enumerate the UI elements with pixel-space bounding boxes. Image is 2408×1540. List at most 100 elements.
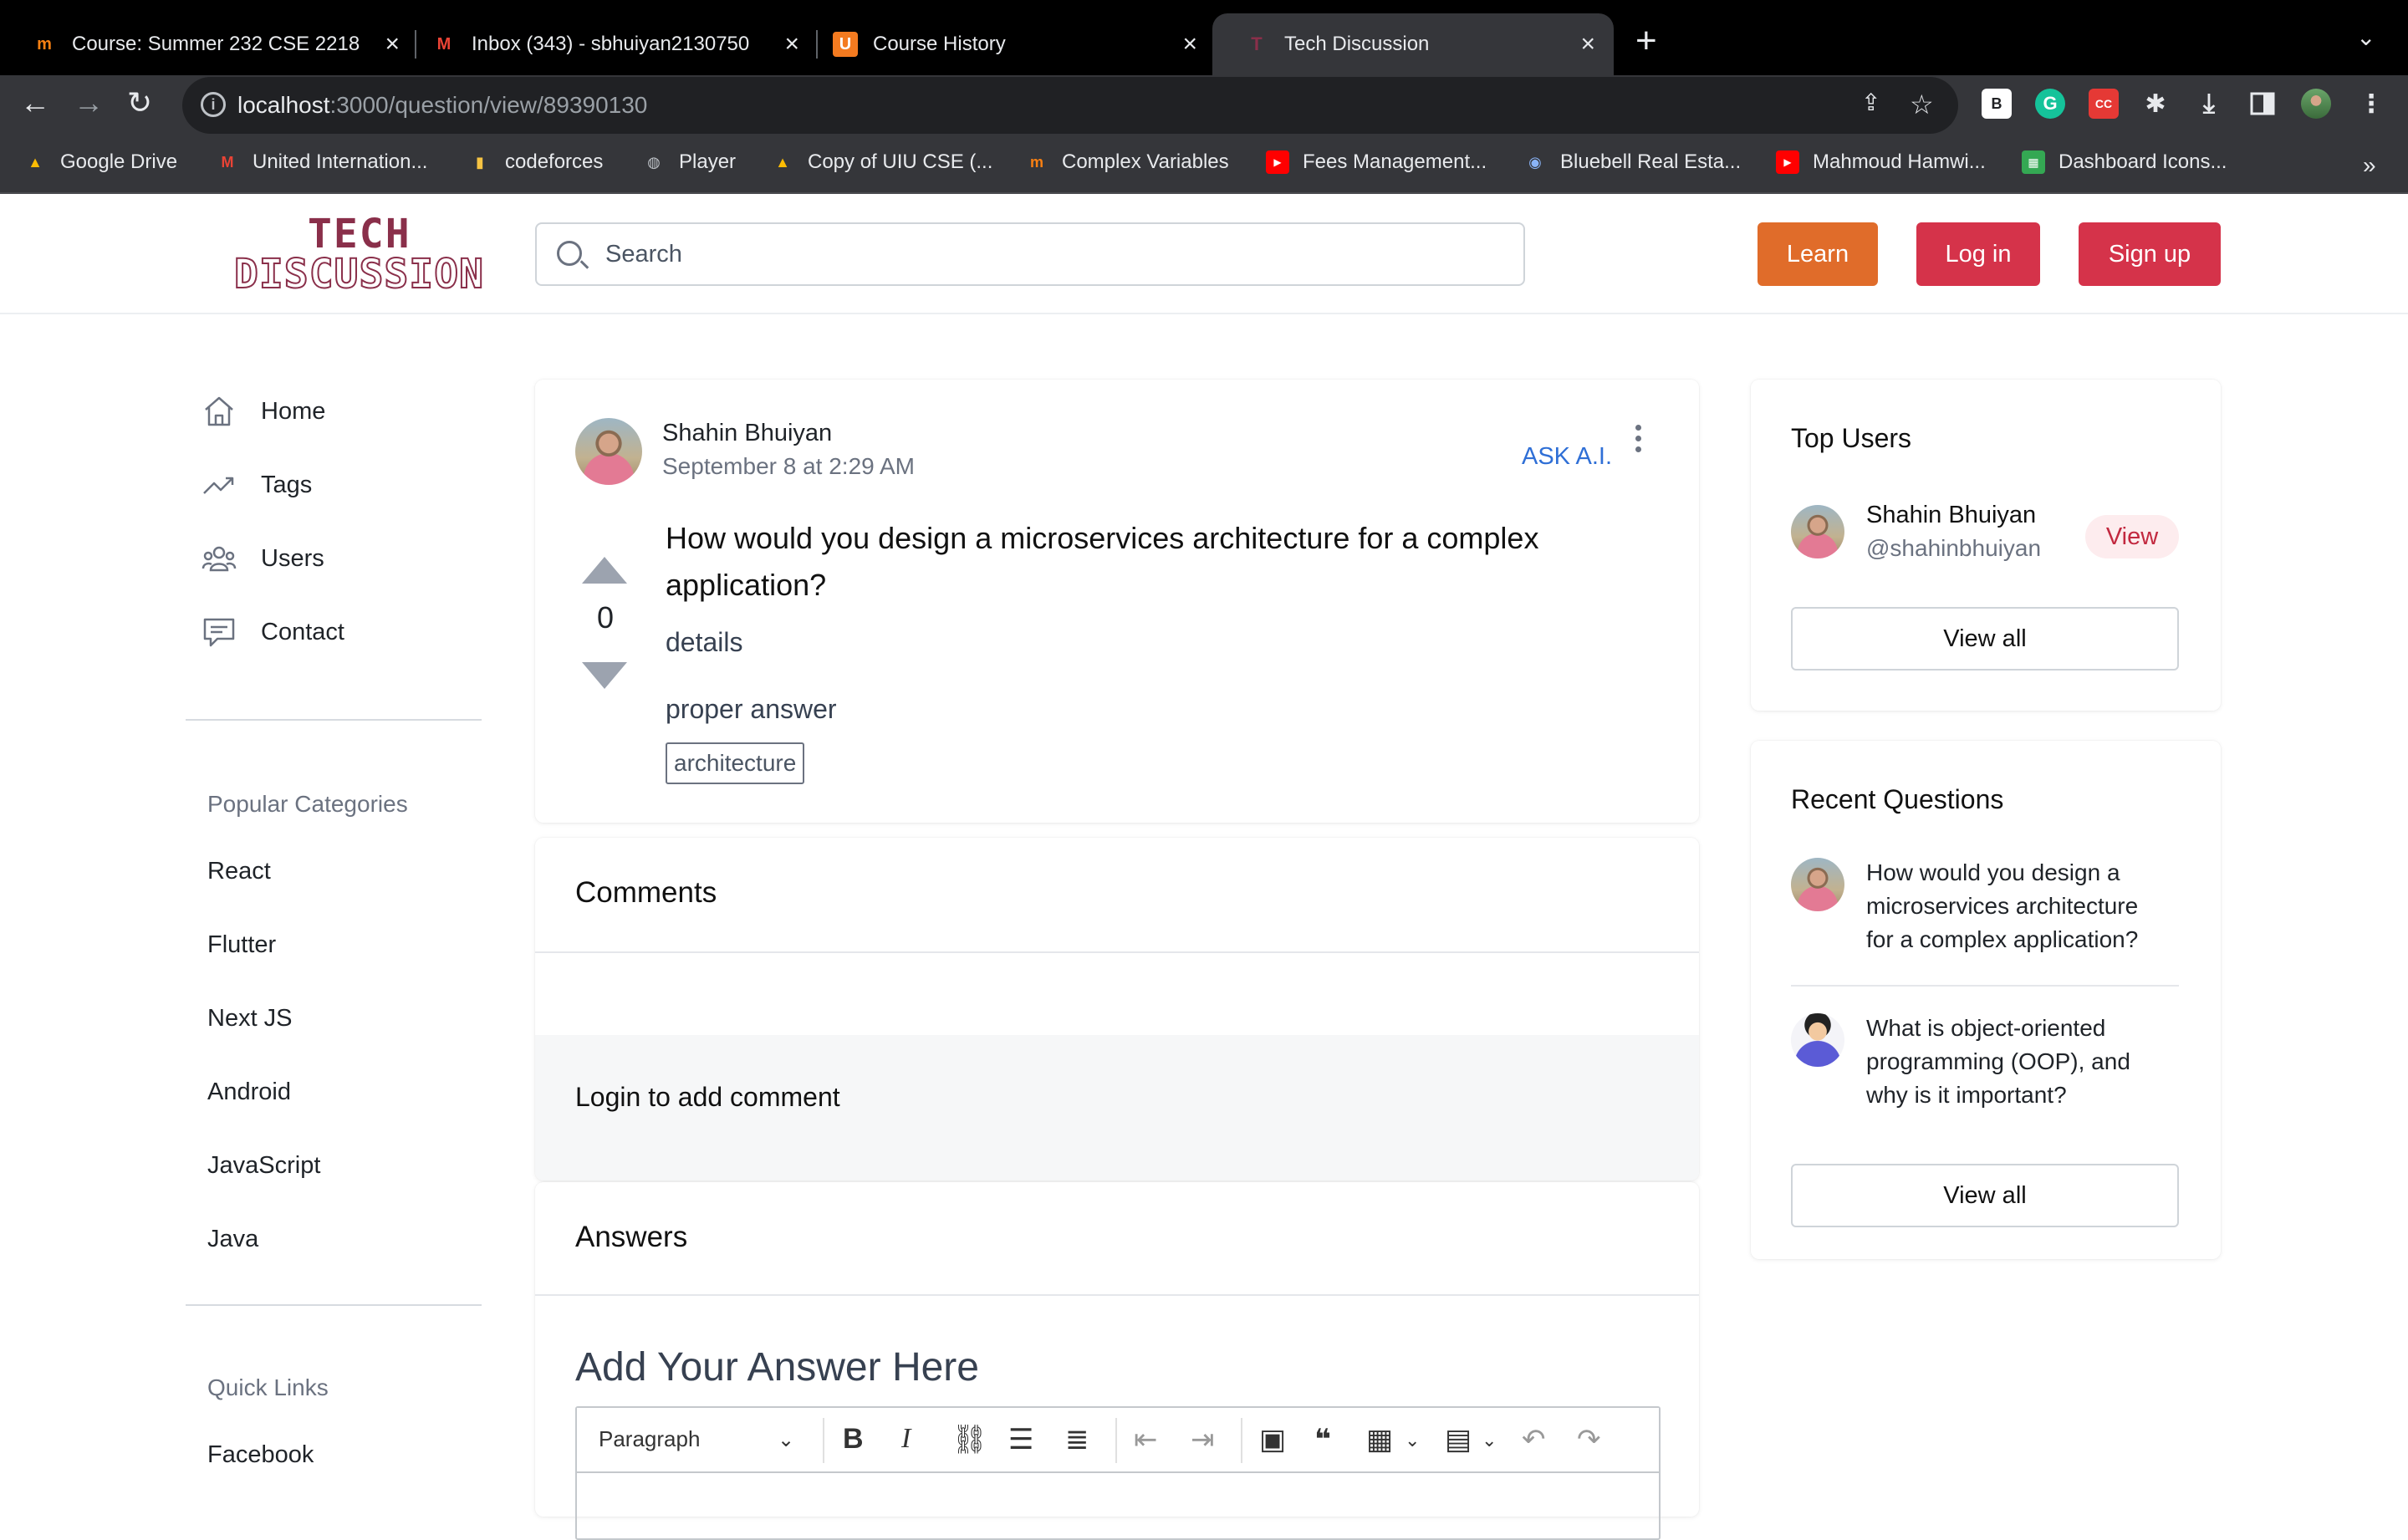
question-body-text: proper answer	[666, 694, 837, 724]
quick-link-facebook[interactable]: Facebook	[207, 1441, 314, 1469]
signup-button[interactable]: Sign up	[2079, 222, 2221, 286]
profile-avatar[interactable]	[2301, 89, 2331, 119]
ask-ai-button[interactable]: ASK A.I.	[1522, 443, 1612, 471]
chevron-down-icon[interactable]: ⌄	[2356, 23, 2375, 51]
view-all-users-button[interactable]: View all	[1791, 607, 2179, 671]
question-author[interactable]: Shahin Bhuiyan	[662, 420, 832, 447]
table-icon[interactable]: ▦	[1366, 1423, 1393, 1456]
redo-icon[interactable]: ↷	[1577, 1423, 1601, 1456]
link-icon[interactable]: ⛓	[951, 1423, 987, 1456]
sidebar-item-label: Home	[261, 397, 326, 425]
search-box[interactable]	[535, 222, 1525, 286]
bookmark-complex-variables[interactable]: m Complex Variables	[1025, 150, 1229, 174]
extension-b-icon[interactable]: B	[1982, 89, 2012, 119]
info-icon[interactable]: i	[201, 92, 226, 117]
tab-course[interactable]: m Course: Summer 232 CSE 2218 ×	[0, 13, 418, 75]
bulleted-list-icon[interactable]: ☰	[1008, 1423, 1033, 1456]
tech-discussion-icon: T	[1251, 33, 1263, 54]
italic-icon[interactable]: I	[901, 1423, 911, 1455]
category-link-android[interactable]: Android	[207, 1079, 291, 1106]
numbered-list-icon[interactable]: ≣	[1065, 1423, 1089, 1456]
bookmark-united-international[interactable]: M United Internation...	[216, 150, 428, 174]
sidebar-item-home[interactable]: Home	[201, 393, 325, 430]
top-user-handle: @shahinbhuiyan	[1866, 535, 2042, 561]
blockquote-icon[interactable]: ❝	[1314, 1423, 1331, 1456]
login-to-comment-text[interactable]: Login to add comment	[575, 1082, 840, 1113]
upvote-icon[interactable]	[582, 557, 627, 584]
browser-chrome: m Course: Summer 232 CSE 2218 × M Inbox …	[0, 0, 2408, 194]
image-icon[interactable]: ▣	[1259, 1423, 1286, 1456]
reload-icon[interactable]: ↻	[127, 85, 152, 120]
login-to-comment[interactable]: Login to add comment	[535, 1035, 1699, 1180]
bookmark-player[interactable]: ◍ Player	[642, 150, 736, 174]
sidebar-item-tags[interactable]: Tags	[201, 467, 312, 503]
address-bar[interactable]: i localhost:3000/question/view/89390130 …	[182, 77, 1958, 134]
extension-cc-icon[interactable]: CC	[2089, 89, 2119, 119]
category-link-javascript[interactable]: JavaScript	[207, 1152, 320, 1180]
outdent-icon[interactable]: ⇤	[1134, 1423, 1158, 1456]
star-icon[interactable]: ☆	[1910, 89, 1934, 120]
chevron-down-icon[interactable]: ⌄	[1405, 1430, 1420, 1451]
tab-tech-discussion[interactable]: T Tech Discussion ×	[1212, 13, 1614, 75]
side-panel-icon[interactable]	[2247, 89, 2278, 119]
top-user-name[interactable]: Shahin Bhuiyan	[1866, 502, 2036, 529]
logo-text-bottom[interactable]: DISCUSSION	[233, 250, 484, 298]
undo-icon[interactable]: ↶	[1522, 1423, 1546, 1456]
add-answer-heading: Add Your Answer Here	[575, 1345, 979, 1390]
close-icon[interactable]: ×	[385, 30, 400, 59]
sidebar-item-users[interactable]: Users	[201, 540, 324, 577]
bookmark-google-drive[interactable]: ▲ Google Drive	[23, 150, 177, 174]
indent-icon[interactable]: ⇥	[1191, 1423, 1215, 1456]
bold-icon[interactable]: B	[843, 1423, 864, 1456]
avatar[interactable]	[1791, 1013, 1844, 1067]
forward-icon[interactable]: →	[74, 85, 104, 120]
download-icon[interactable]: ⤓	[2194, 88, 2224, 119]
category-link-nextjs[interactable]: Next JS	[207, 1005, 293, 1033]
recent-question-link[interactable]: How would you design a microservices arc…	[1866, 856, 2167, 956]
tab-course-history[interactable]: U Course History ×	[801, 13, 1216, 75]
category-link-flutter[interactable]: Flutter	[207, 931, 276, 959]
chevron-down-icon[interactable]: ⌄	[778, 1428, 794, 1452]
avatar[interactable]	[1791, 505, 1844, 558]
gmail-icon: M	[436, 34, 452, 54]
new-tab-icon[interactable]: +	[1635, 20, 1657, 62]
view-user-button[interactable]: View	[2085, 515, 2179, 558]
paragraph-dropdown[interactable]: Paragraph	[599, 1426, 700, 1452]
bookmarks-overflow-icon[interactable]: »	[2363, 152, 2376, 179]
bookmark-bluebell[interactable]: ◉ Bluebell Real Esta...	[1523, 150, 1741, 174]
learn-button[interactable]: Learn	[1758, 222, 1878, 286]
category-link-react[interactable]: React	[207, 858, 271, 885]
url-text[interactable]: localhost:3000/question/view/89390130	[237, 92, 647, 119]
bookmark-label: United Internation...	[253, 150, 428, 173]
close-icon[interactable]: ×	[784, 30, 799, 59]
recent-question-link[interactable]: What is object-oriented programming (OOP…	[1866, 1012, 2167, 1112]
answer-editor[interactable]: Paragraph ⌄ B I ⛓ ☰ ≣ ⇤ ⇥ ▣ ❝ ▦ ⌄ ▤ ⌄ ↶ …	[575, 1406, 1661, 1540]
avatar[interactable]	[1791, 858, 1844, 911]
chevron-down-icon[interactable]: ⌄	[1482, 1430, 1497, 1451]
menu-dots-icon[interactable]: ⋮	[2356, 89, 2386, 119]
close-icon[interactable]: ×	[1580, 30, 1595, 59]
bookmark-dashboard-icons[interactable]: ▦ Dashboard Icons...	[2022, 150, 2227, 174]
bookmark-copy-of-uiu[interactable]: ▲ Copy of UIU CSE (...	[771, 150, 992, 174]
bookmark-codeforces[interactable]: ▮ codeforces	[468, 150, 603, 174]
tag-architecture[interactable]: architecture	[666, 742, 805, 784]
grammarly-icon[interactable]: G	[2035, 89, 2065, 119]
tab-inbox[interactable]: M Inbox (343) - sbhuiyan2130750 ×	[400, 13, 818, 75]
tab-title: Tech Discussion	[1284, 33, 1430, 55]
chat-icon	[203, 618, 235, 647]
bookmark-mahmoud-hamwi[interactable]: ▶ Mahmoud Hamwi...	[1776, 150, 1986, 174]
search-input[interactable]	[605, 237, 1508, 271]
view-all-questions-button[interactable]: View all	[1791, 1164, 2179, 1227]
back-icon[interactable]: ←	[20, 85, 50, 120]
more-options-icon[interactable]	[1635, 425, 1642, 457]
category-link-java[interactable]: Java	[207, 1226, 258, 1253]
sidebar-item-contact[interactable]: Contact	[201, 614, 344, 650]
extensions-puzzle-icon[interactable]: ✱	[2140, 89, 2171, 119]
share-icon[interactable]: ⇪	[1861, 89, 1880, 116]
close-icon[interactable]: ×	[1182, 30, 1197, 59]
bookmark-fees-management[interactable]: ▶ Fees Management...	[1266, 150, 1487, 174]
login-button[interactable]: Log in	[1916, 222, 2040, 286]
avatar[interactable]	[575, 418, 642, 485]
downvote-icon[interactable]	[582, 662, 627, 689]
media-icon[interactable]: ▤	[1445, 1423, 1472, 1456]
